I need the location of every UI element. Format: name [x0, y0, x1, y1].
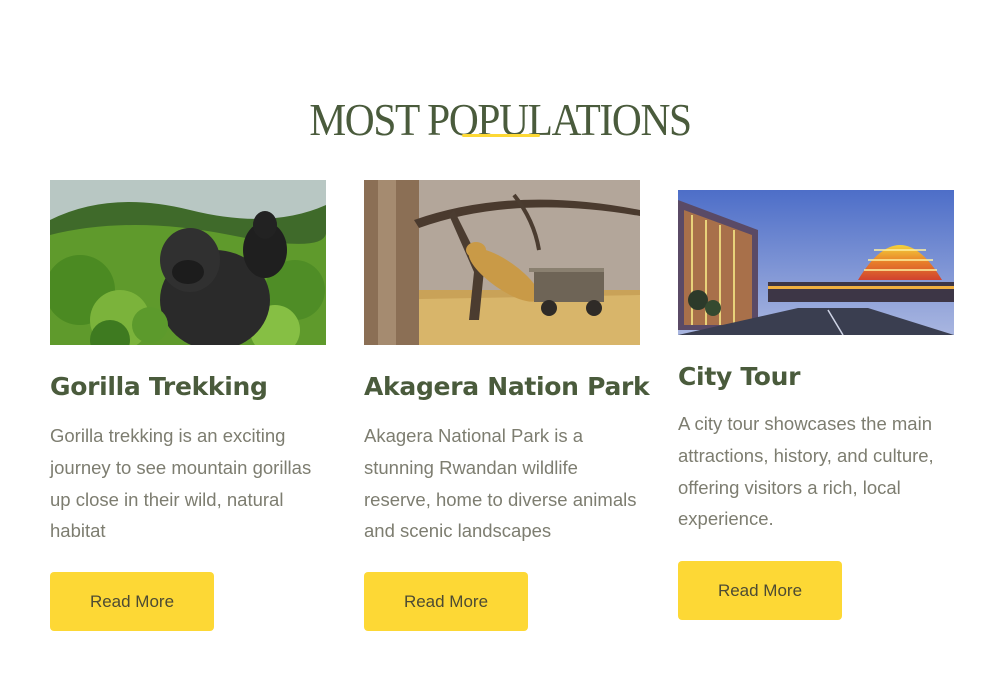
title-divider [462, 134, 540, 137]
card-gorilla-trekking: Gorilla Trekking Gorilla trekking is an … [50, 180, 327, 631]
card-title: Gorilla Trekking [50, 372, 268, 401]
card-description: Akagera National Park is a stunning Rwan… [364, 425, 637, 542]
read-more-button[interactable]: Read More [50, 572, 214, 631]
read-more-button[interactable]: Read More [678, 561, 842, 620]
read-more-button[interactable]: Read More [364, 572, 528, 631]
card-description: Gorilla trekking is an exciting journey … [50, 425, 312, 542]
card-akagera-park: Akagera Nation Park Akagera National Par… [364, 180, 650, 631]
card-city-tour: City Tour A city tour showcases the main… [678, 190, 955, 620]
card-description: A city tour showcases the main attractio… [678, 413, 934, 530]
gorilla-image[interactable] [50, 180, 326, 345]
leopard-image[interactable] [364, 180, 640, 345]
city-image[interactable] [678, 190, 954, 335]
card-title: City Tour [678, 362, 801, 391]
card-title: Akagera Nation Park [364, 372, 650, 401]
section-title: MOST POPULATIONS [309, 94, 692, 146]
